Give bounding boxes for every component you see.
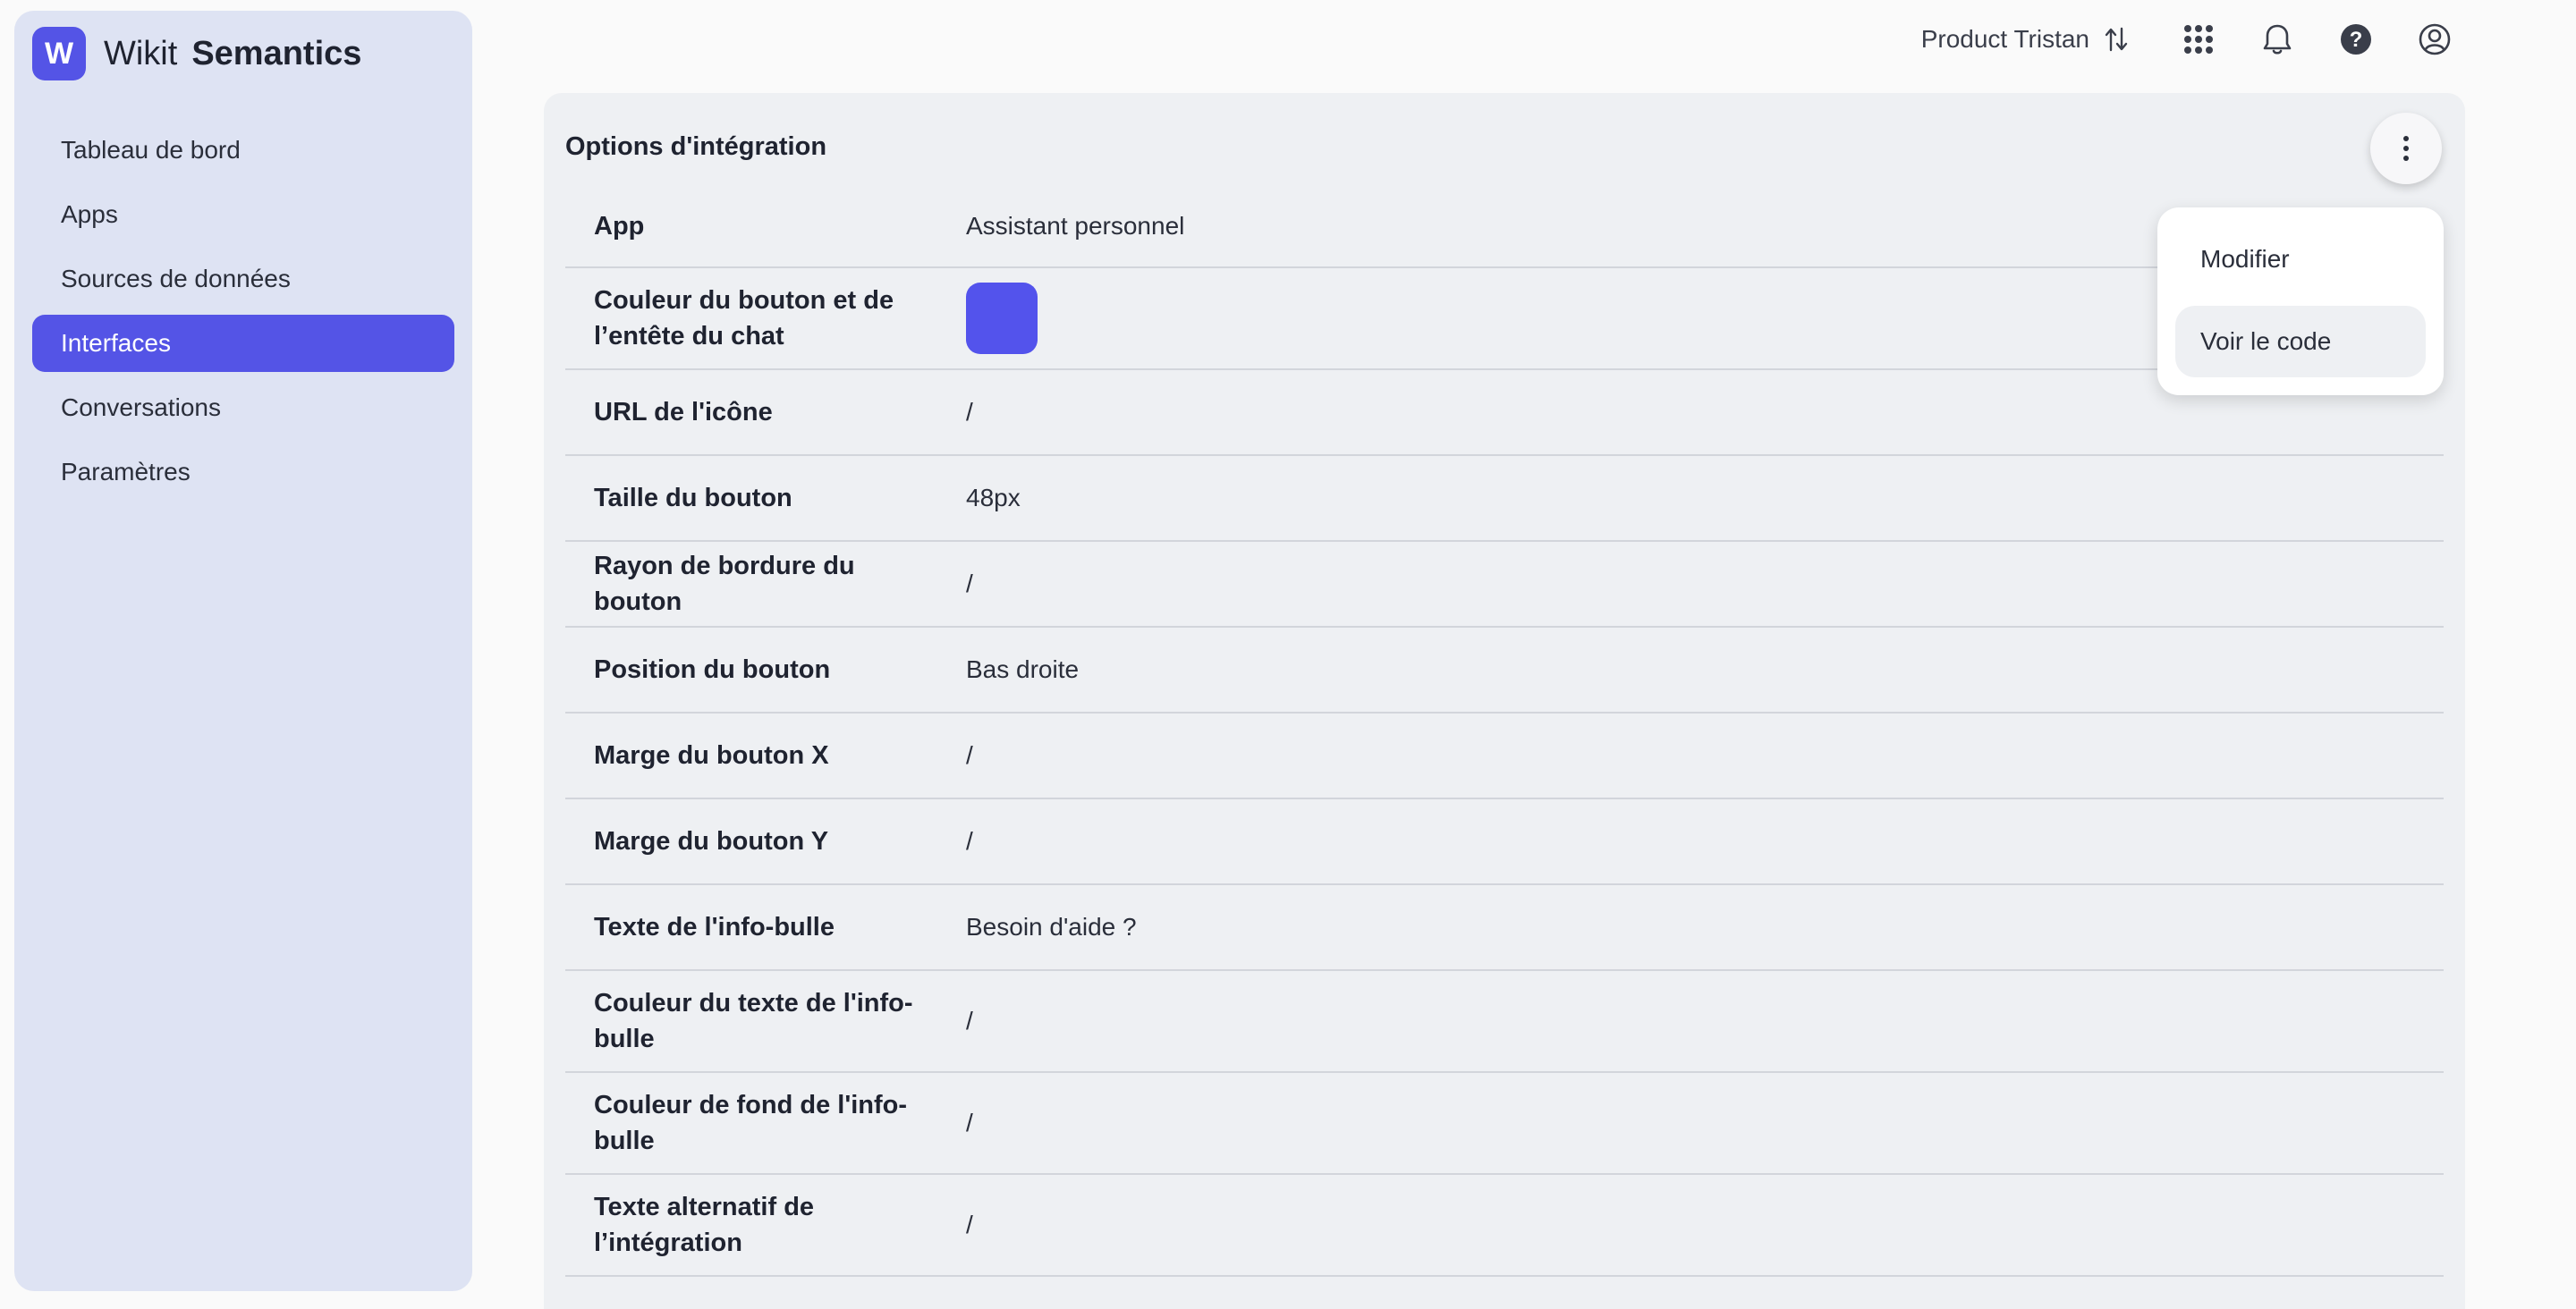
table-row: Rayon de bordure du bouton / bbox=[565, 542, 2444, 628]
row-label: App bbox=[594, 212, 645, 241]
brand-name-wikit: Wikit bbox=[104, 34, 178, 72]
row-label: Marge du bouton X bbox=[594, 741, 829, 770]
bell-icon[interactable] bbox=[2258, 20, 2297, 59]
help-icon[interactable]: ? bbox=[2336, 20, 2376, 59]
row-label: Taille du bouton bbox=[594, 484, 792, 512]
row-value: / bbox=[966, 570, 973, 597]
menu-item-modifier[interactable]: Modifier bbox=[2175, 224, 2426, 295]
sidebar-item-conversations[interactable]: Conversations bbox=[32, 379, 454, 436]
apps-grid-icon[interactable] bbox=[2179, 20, 2218, 59]
row-value bbox=[966, 283, 1038, 354]
row-label: Texte de l'info-bulle bbox=[594, 913, 835, 942]
row-value: / bbox=[966, 827, 973, 855]
row-label: URL de l'icône bbox=[594, 398, 773, 426]
menu-item-voir-le-code[interactable]: Voir le code bbox=[2175, 306, 2426, 377]
options-dropdown-menu: Modifier Voir le code bbox=[2157, 207, 2444, 395]
svg-text:?: ? bbox=[2350, 28, 2363, 52]
row-label: Rayon de bordure du bouton bbox=[594, 552, 855, 616]
row-value: / bbox=[966, 1109, 973, 1136]
row-label: Marge du bouton Y bbox=[594, 827, 829, 856]
table-row: Marge du bouton Y / bbox=[565, 799, 2444, 885]
row-label: Texte alternatif de l’intégration bbox=[594, 1193, 815, 1257]
sidebar-item-sources-de-donnees[interactable]: Sources de données bbox=[32, 250, 454, 308]
row-value: / bbox=[966, 398, 973, 426]
sidebar: W Wikit Semantics Tableau de bord Apps S… bbox=[14, 11, 472, 1291]
row-value: / bbox=[966, 1211, 973, 1238]
table-row: Couleur de fond de l'info-bulle / bbox=[565, 1073, 2444, 1175]
brand[interactable]: W Wikit Semantics bbox=[32, 27, 361, 80]
switch-arrows-icon bbox=[2105, 27, 2128, 52]
table-row: Position du bouton Bas droite bbox=[565, 628, 2444, 714]
row-label: Couleur du texte de l'info-bulle bbox=[594, 989, 913, 1053]
top-bar: Product Tristan ? bbox=[1860, 0, 2576, 79]
row-label: Couleur de fond de l'info-bulle bbox=[594, 1091, 908, 1155]
brand-name-semantics: Semantics bbox=[191, 34, 362, 72]
brand-logo: W bbox=[32, 27, 86, 80]
sidebar-item-tableau-de-bord[interactable]: Tableau de bord bbox=[32, 122, 454, 179]
table-row: Taille du bouton 48px bbox=[565, 456, 2444, 542]
row-value: 48px bbox=[966, 484, 1021, 511]
row-value: Assistant personnel bbox=[966, 212, 1185, 240]
product-switcher[interactable]: Product Tristan bbox=[1825, 21, 2129, 57]
sidebar-item-parametres[interactable]: Paramètres bbox=[32, 443, 454, 501]
more-options-button[interactable] bbox=[2370, 113, 2442, 184]
row-label: Position du bouton bbox=[594, 655, 831, 684]
sidebar-nav: Tableau de bord Apps Sources de données … bbox=[32, 122, 454, 508]
table-row: Couleur du texte de l'info-bulle / bbox=[565, 971, 2444, 1073]
card-title: Options d'intégration bbox=[565, 132, 827, 161]
color-swatch bbox=[966, 283, 1038, 354]
sidebar-item-interfaces[interactable]: Interfaces bbox=[32, 315, 454, 372]
row-label: Couleur du bouton et de l’entête du chat bbox=[594, 286, 894, 350]
table-row: Marge du bouton X / bbox=[565, 714, 2444, 799]
table-row: Texte alternatif de l’intégration / bbox=[565, 1175, 2444, 1277]
sidebar-item-apps[interactable]: Apps bbox=[32, 186, 454, 243]
user-account-icon[interactable] bbox=[2415, 20, 2454, 59]
row-value: Besoin d'aide ? bbox=[966, 913, 1137, 941]
row-value: / bbox=[966, 1007, 973, 1035]
row-value: / bbox=[966, 741, 973, 769]
table-row: Texte de l'info-bulle Besoin d'aide ? bbox=[565, 885, 2444, 971]
product-name: Product Tristan bbox=[1920, 25, 2089, 53]
kebab-menu-icon bbox=[2403, 136, 2409, 161]
row-value: Bas droite bbox=[966, 655, 1080, 683]
